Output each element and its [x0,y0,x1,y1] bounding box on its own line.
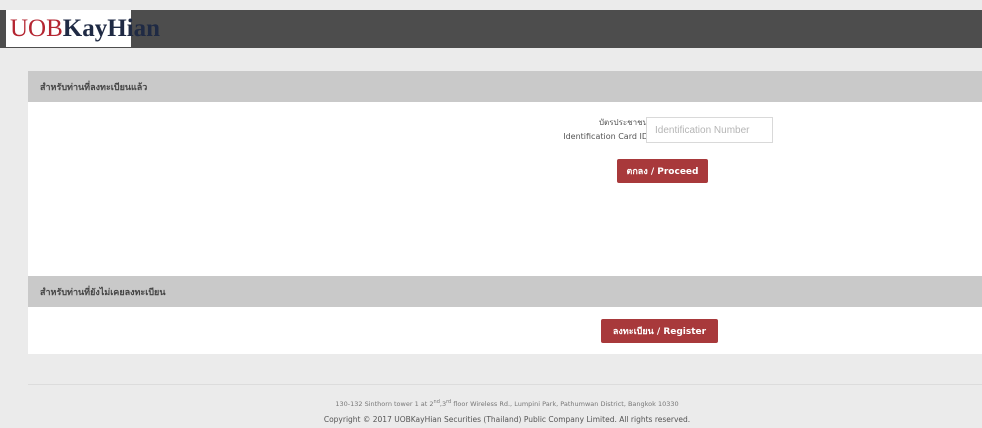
footer-divider [28,384,982,385]
footer-address-part3: floor Wireless Rd., Lumpini Park, Pathum… [451,400,679,409]
not-registered-section-header: สำหรับท่านที่ยังไม่เคยลงทะเบียน [28,276,982,307]
proceed-button[interactable]: ตกลง / Proceed [617,159,708,183]
registered-section-title: สำหรับท่านที่ลงทะเบียนแล้ว [40,82,148,93]
footer-address: 130-132 Sinthorn tower 1 at 2nd,3rd floo… [0,399,982,408]
register-button[interactable]: ลงทะเบียน / Register [601,319,718,343]
id-card-label-en: Identification Card ID [563,132,648,141]
id-card-label-th: บัตรประชาชน [598,118,648,127]
not-registered-section-body: ลงทะเบียน / Register [28,307,982,354]
id-card-label: บัตรประชาชน Identification Card ID [518,116,648,144]
not-registered-section-title: สำหรับท่านที่ยังไม่เคยลงทะเบียน [40,287,166,298]
logo-uob-text: UOB [10,15,63,42]
registered-section-header: สำหรับท่านที่ลงทะเบียนแล้ว [28,71,982,102]
uobkayhian-logo[interactable]: UOB KayHian [6,10,160,47]
registered-section-body: บัตรประชาชน Identification Card ID ตกลง … [28,102,982,276]
id-number-input[interactable] [646,117,773,143]
footer-copyright: Copyright © 2017 UOBKayHian Securities (… [323,415,691,424]
footer-address-part1: 130-132 Sinthorn tower 1 at 2 [335,400,434,409]
logo-kayhian-text: KayHian [62,15,161,42]
